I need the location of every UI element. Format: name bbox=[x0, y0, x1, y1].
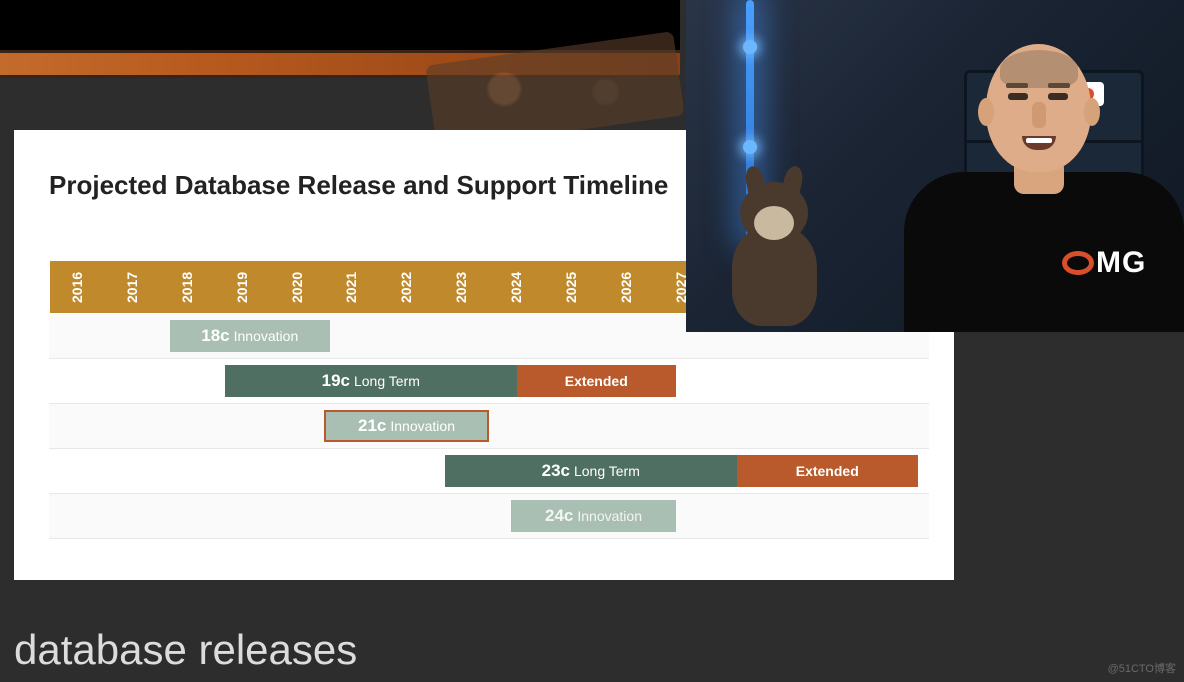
presenter-figure: MG bbox=[884, 42, 1184, 332]
oracle-o-icon bbox=[1062, 251, 1094, 275]
gantt-rows: 18c Innovation19c Long TermExtended21c I… bbox=[49, 314, 929, 539]
year-label: 2025 bbox=[544, 261, 599, 313]
watermark: @51CTO博客 bbox=[1108, 660, 1176, 676]
caption-text: database releases bbox=[14, 626, 357, 674]
year-label: 2023 bbox=[434, 261, 489, 313]
slide-title: Projected Database Release and Support T… bbox=[49, 170, 668, 201]
release-bar-21c: 21c Innovation bbox=[324, 410, 489, 442]
shirt-logo: MG bbox=[1062, 246, 1146, 280]
release-row: 21c Innovation bbox=[49, 404, 929, 449]
year-label: 2022 bbox=[379, 261, 434, 313]
extended-bar-19c: Extended bbox=[517, 365, 677, 397]
release-row: 23c Long TermExtended bbox=[49, 449, 929, 494]
release-bar-18c: 18c Innovation bbox=[170, 320, 330, 352]
year-label: 2026 bbox=[599, 261, 654, 313]
year-label: 2016 bbox=[50, 261, 105, 313]
release-bar-23c: 23c Long Term bbox=[445, 455, 737, 487]
year-label: 2020 bbox=[270, 261, 325, 313]
release-row: 19c Long TermExtended bbox=[49, 359, 929, 404]
release-bar-24c: 24c Innovation bbox=[511, 500, 676, 532]
plush-toy bbox=[702, 166, 842, 326]
presenter-webcam: MG bbox=[686, 0, 1184, 332]
year-label: 2024 bbox=[489, 261, 544, 313]
year-label: 2021 bbox=[324, 261, 379, 313]
release-bar-19c: 19c Long Term bbox=[225, 365, 517, 397]
year-label: 2018 bbox=[160, 261, 215, 313]
year-label: 2017 bbox=[105, 261, 160, 313]
release-row: 24c Innovation bbox=[49, 494, 929, 539]
shirt-text: MG bbox=[1096, 246, 1146, 280]
top-black-bar bbox=[0, 0, 680, 50]
extended-bar-23c: Extended bbox=[737, 455, 919, 487]
year-label: 2019 bbox=[215, 261, 270, 313]
